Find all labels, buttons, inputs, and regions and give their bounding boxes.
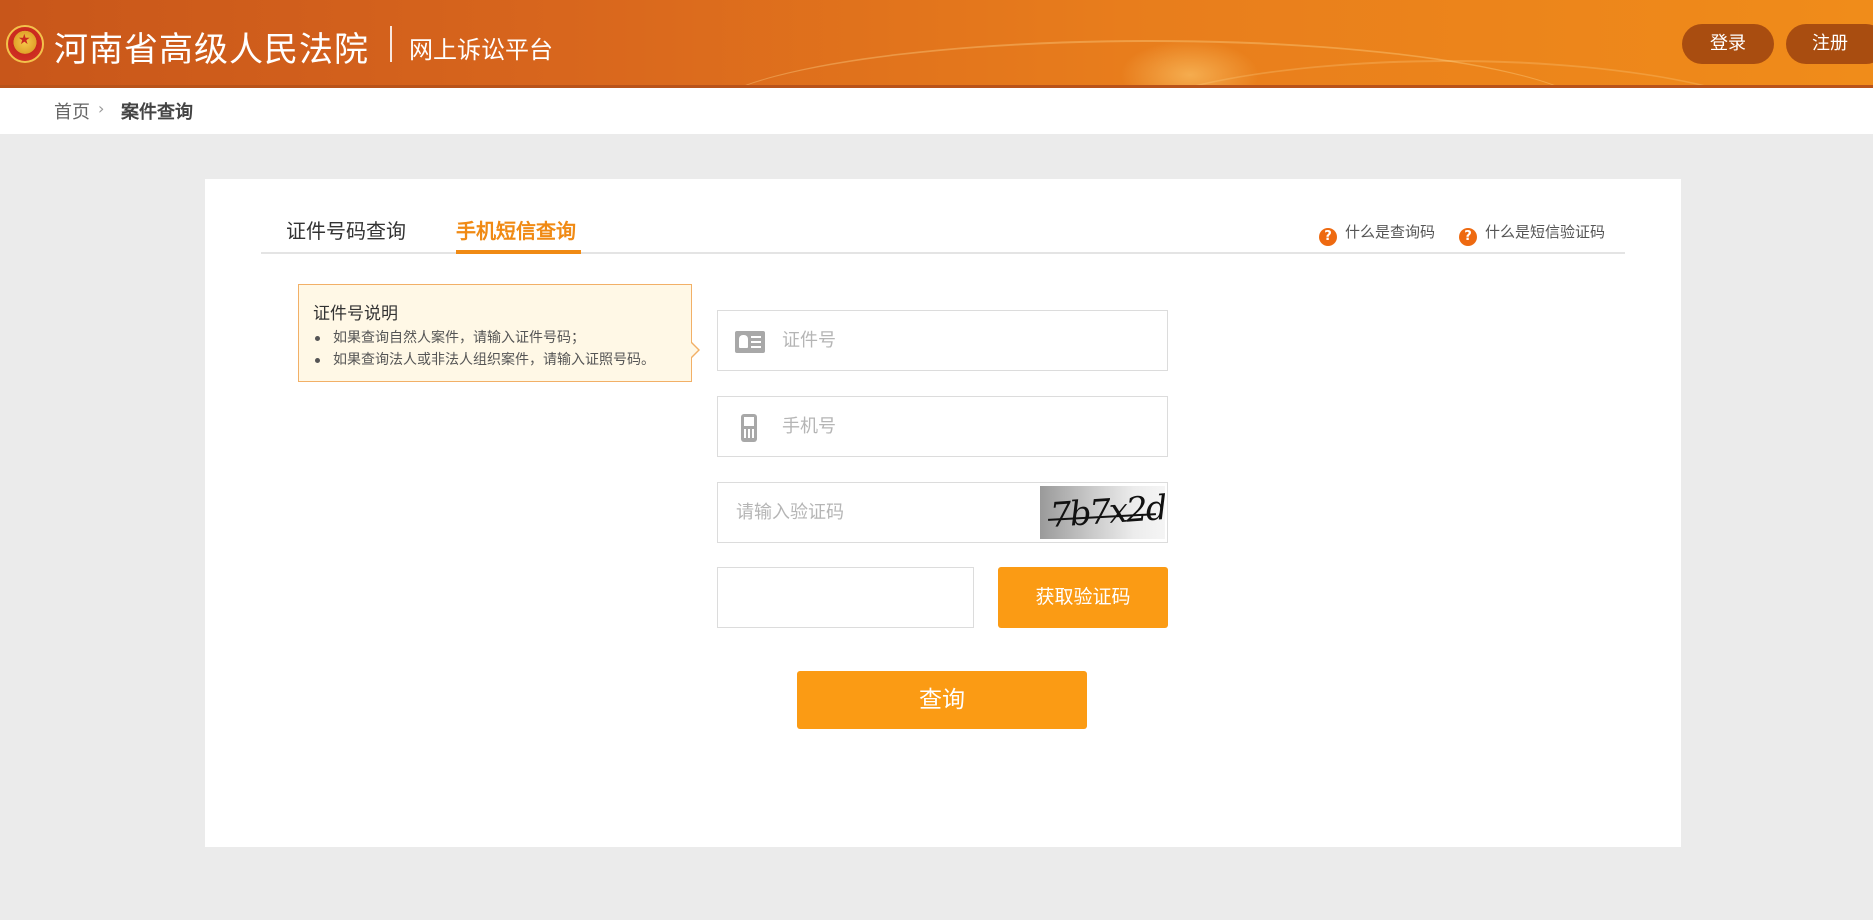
login-button[interactable]: 登录 [1682,24,1774,64]
chevron-right-icon: › [98,99,105,118]
captcha-field: 7b7x2d [717,482,1168,543]
tooltip-title: 证件号说明 [313,304,398,324]
help-link-query-code[interactable]: ? 什么是查询码 [1319,221,1435,246]
question-icon: ? [1319,228,1337,246]
breadcrumb: 首页 › 案件查询 [0,88,1873,134]
phone-input[interactable] [782,397,1152,456]
breadcrumb-current: 案件查询 [121,102,193,123]
site-subtitle: 网上诉讼平台 [409,36,553,64]
phone-field [717,396,1168,457]
tooltip-list: 如果查询自然人案件，请输入证件号码； 如果查询法人或非法人组织案件，请输入证照号… [313,327,655,371]
id-card-icon [718,311,776,370]
query-card: 证件号码查询 手机短信查询 ? 什么是查询码 ? 什么是短信验证码 证件号说明 如果… [205,179,1681,847]
id-number-field [717,310,1168,371]
help-link-label: 什么是查询码 [1345,223,1436,241]
captcha-image[interactable]: 7b7x2d [1040,486,1165,539]
mobile-phone-icon [718,397,776,456]
register-button[interactable]: 注册 [1786,24,1873,64]
breadcrumb-home-link[interactable]: 首页 [54,98,90,124]
help-link-sms-code[interactable]: ? 什么是短信验证码 [1459,221,1605,246]
title-divider [390,26,392,62]
help-link-label: 什么是短信验证码 [1485,223,1606,241]
sms-code-input[interactable] [732,568,962,627]
captcha-input[interactable] [736,483,1036,542]
active-tab-indicator [456,250,581,254]
court-emblem-icon: ★ [6,25,44,63]
tooltip-item: 如果查询法人或非法人组织案件，请输入证照号码。 [313,349,655,371]
sms-code-field [717,567,974,628]
tab-id-number-query[interactable]: 证件号码查询 [286,215,406,244]
tooltip-arrow [690,342,698,358]
site-title: 河南省高级人民法院 [54,30,369,70]
get-sms-code-button[interactable]: 获取验证码 [998,567,1168,628]
query-button[interactable]: 查询 [797,671,1087,729]
question-icon: ? [1459,228,1477,246]
tooltip-item: 如果查询自然人案件，请输入证件号码； [313,327,655,349]
id-number-tooltip: 证件号说明 如果查询自然人案件，请输入证件号码； 如果查询法人或非法人组织案件，… [298,284,700,382]
captcha-text: 7b7x2d [1048,488,1165,536]
tab-sms-query[interactable]: 手机短信查询 [456,215,576,244]
site-header: ★ 河南省高级人民法院 网上诉讼平台 登录 注册 [0,0,1873,88]
id-number-input[interactable] [782,311,1152,370]
